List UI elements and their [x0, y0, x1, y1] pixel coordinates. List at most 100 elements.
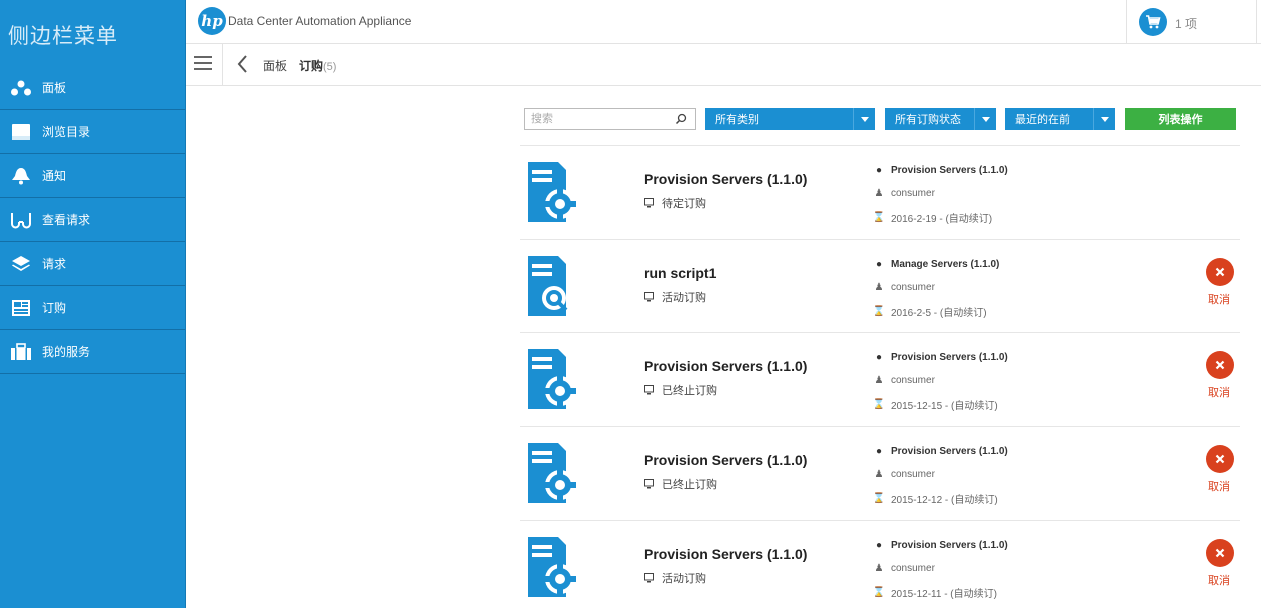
subscription-row[interactable]: Provision Servers (1.1.0) 已终止订购 ● Provisi…	[520, 332, 1240, 426]
subscription-status-label: 活动订购	[662, 573, 706, 585]
sidebar: 侧边栏菜单 面板 浏览目录 通知 查看请求 请求 订购 我的服务	[0, 0, 186, 608]
subscription-name[interactable]: Provision Servers (1.1.0)	[644, 358, 807, 374]
offering-info: ● Provision Servers (1.1.0)	[872, 446, 1008, 457]
page-title-text: 订购	[299, 59, 324, 73]
sidebar-item-dashboard[interactable]: 面板	[0, 66, 185, 110]
subscription-date: 2016-2-19 - (自动续订)	[891, 214, 993, 225]
cancel-link[interactable]: 取消	[1208, 384, 1230, 400]
offering-info: ● Provision Servers (1.1.0)	[872, 540, 1008, 551]
monitor-icon	[644, 385, 654, 395]
sidebar-item-label: 浏览目录	[42, 125, 91, 139]
sort-dropdown[interactable]: 最近的在前	[1005, 108, 1115, 130]
offering-info: ● Manage Servers (1.1.0)	[872, 259, 999, 270]
sidebar-item-notifications[interactable]: 通知	[0, 154, 185, 198]
sidebar-item-review-requests[interactable]: 查看请求	[0, 198, 185, 242]
subscription-name[interactable]: Provision Servers (1.1.0)	[644, 452, 807, 468]
cart-button[interactable]	[1139, 8, 1167, 36]
chevron-down-icon	[974, 108, 996, 130]
briefcase-icon	[10, 342, 32, 362]
sidebar-item-requests[interactable]: 请求	[0, 242, 185, 286]
subscription-name[interactable]: Provision Servers (1.1.0)	[644, 546, 807, 562]
user-icon: ♟	[874, 282, 884, 293]
user-icon: ♟	[874, 188, 884, 199]
subscription-date: 2015-12-15 - (自动续订)	[891, 401, 998, 412]
dashboard-icon	[10, 78, 32, 98]
subscription-status-label: 活动订购	[662, 292, 706, 304]
user-icon: ♟	[874, 563, 884, 574]
cancel-button[interactable]	[1206, 258, 1234, 286]
user-info: ♟ consumer	[872, 469, 935, 480]
subscription-row[interactable]: Provision Servers (1.1.0) 活动订购 ● Provisio…	[520, 520, 1240, 608]
offering-icon: ●	[875, 259, 883, 270]
hp-logo[interactable]: hp	[198, 7, 226, 35]
hourglass-icon: ⌛	[872, 493, 886, 504]
close-icon	[1215, 548, 1225, 558]
server-gear-icon	[528, 537, 576, 597]
subscription-row[interactable]: Provision Servers (1.1.0) 待定订购 ● Provisio…	[520, 145, 1240, 239]
date-info: ⌛ 2015-12-12 - (自动续订)	[872, 491, 998, 506]
search-input[interactable]	[525, 109, 665, 129]
sidebar-item-my-services[interactable]: 我的服务	[0, 330, 185, 374]
subscription-status: 活动订购	[644, 570, 706, 586]
cancel-link[interactable]: 取消	[1208, 572, 1230, 588]
subscription-date: 2015-12-12 - (自动续订)	[891, 495, 998, 506]
hamburger-menu-icon[interactable]	[194, 56, 212, 70]
header-divider	[1256, 0, 1257, 44]
breadcrumb-home-link[interactable]: 面板	[263, 57, 287, 74]
hourglass-icon: ⌛	[872, 587, 886, 598]
user-info: ♟ consumer	[872, 563, 935, 574]
user-info: ♟ consumer	[872, 282, 935, 293]
cart-count[interactable]: 1 项	[1175, 15, 1197, 32]
hourglass-icon: ⌛	[872, 306, 886, 317]
offering-name: Provision Servers (1.1.0)	[891, 446, 1008, 457]
subscription-row[interactable]: Provision Servers (1.1.0) 已终止订购 ● Provisi…	[520, 426, 1240, 520]
offering-name: Provision Servers (1.1.0)	[891, 540, 1008, 551]
user-name: consumer	[891, 469, 935, 480]
header-divider	[1126, 0, 1127, 44]
user-name: consumer	[891, 375, 935, 386]
sidebar-item-label: 通知	[42, 169, 67, 183]
cancel-button[interactable]	[1206, 351, 1234, 379]
top-header: hp Data Center Automation Appliance 1 项	[186, 0, 1261, 44]
cancel-link[interactable]: 取消	[1208, 478, 1230, 494]
sidebar-item-label: 查看请求	[42, 213, 91, 227]
list-actions-button[interactable]: 列表操作	[1125, 108, 1236, 130]
hourglass-icon: ⌛	[872, 399, 886, 410]
offering-info: ● Provision Servers (1.1.0)	[872, 165, 1008, 176]
search-icon[interactable]	[675, 113, 687, 125]
sidebar-item-label: 我的服务	[42, 345, 91, 359]
subscription-name[interactable]: run script1	[644, 265, 716, 281]
sidebar-item-subscriptions[interactable]: 订购	[0, 286, 185, 330]
subscription-status-label: 已终止订购	[662, 385, 717, 397]
cancel-link[interactable]: 取消	[1208, 291, 1230, 307]
category-dropdown[interactable]: 所有类别	[705, 108, 875, 130]
cancel-button[interactable]	[1206, 539, 1234, 567]
sidebar-item-catalog[interactable]: 浏览目录	[0, 110, 185, 154]
subscription-count: (5)	[323, 61, 337, 73]
sidebar-item-label: 面板	[42, 81, 67, 95]
close-icon	[1215, 267, 1225, 277]
subscription-status: 已终止订购	[644, 382, 717, 398]
subscription-status: 已终止订购	[644, 476, 717, 492]
subscription-status: 待定订购	[644, 195, 706, 211]
chevron-down-icon	[853, 108, 875, 130]
chevron-left-icon[interactable]	[236, 54, 248, 74]
category-dropdown-label: 所有类别	[715, 114, 759, 126]
layers-icon	[10, 254, 32, 274]
subscription-row[interactable]: run script1 活动订购 ● Manage Servers (1.1.0)…	[520, 239, 1240, 333]
subscription-date: 2015-12-11 - (自动续订)	[891, 589, 997, 600]
status-dropdown[interactable]: 所有订购状态	[885, 108, 996, 130]
subscription-name[interactable]: Provision Servers (1.1.0)	[644, 171, 807, 187]
bell-icon	[10, 166, 32, 186]
subscription-status-label: 已终止订购	[662, 479, 717, 491]
glasses-icon	[10, 210, 32, 230]
search-box[interactable]	[524, 108, 696, 130]
chevron-down-icon	[1093, 108, 1115, 130]
close-icon	[1215, 454, 1225, 464]
close-icon	[1215, 360, 1225, 370]
subscription-status: 活动订购	[644, 289, 706, 305]
monitor-icon	[644, 292, 654, 302]
breadcrumb: 面板 订购(5)	[186, 44, 1261, 86]
cancel-button[interactable]	[1206, 445, 1234, 473]
user-info: ♟ consumer	[872, 188, 935, 199]
